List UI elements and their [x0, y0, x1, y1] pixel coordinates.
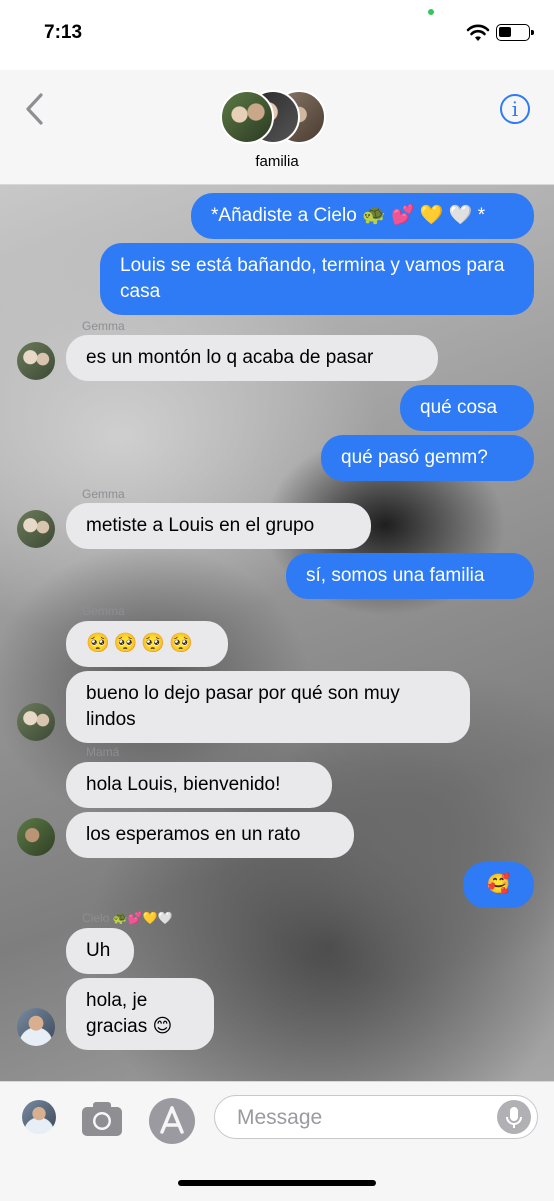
sender-name: Gemma [82, 319, 125, 333]
sender-name: Cielo 🐢💕💛🤍 [82, 911, 173, 925]
camera-icon[interactable] [80, 1098, 124, 1138]
message-bubble-sent[interactable]: sí, somos una familia [286, 553, 534, 599]
message-input-field[interactable] [214, 1095, 538, 1140]
message-bubble-received[interactable]: bueno lo dejo pasar por qué son muy lind… [66, 671, 470, 743]
avatar [17, 342, 55, 380]
conversation-header: familia i [0, 70, 554, 185]
privacy-indicator-dot [428, 9, 434, 15]
message-bubble-sent[interactable]: Louis se está bañando, termina y vamos p… [100, 243, 534, 315]
message-bubble-received[interactable]: metiste a Louis en el grupo [66, 503, 371, 549]
group-avatar-stack[interactable] [220, 90, 330, 146]
microphone-icon[interactable] [497, 1100, 531, 1134]
avatar[interactable] [22, 1100, 56, 1134]
status-time: 7:13 [44, 22, 83, 43]
chevron-left-icon[interactable] [24, 92, 46, 126]
status-bar: 7:13 [0, 0, 554, 70]
home-indicator [178, 1180, 376, 1186]
battery-icon [496, 24, 534, 41]
message-bubble-sent[interactable]: qué cosa [400, 385, 534, 431]
message-bubble-received[interactable]: hola Louis, bienvenido! [66, 762, 332, 808]
wifi-icon [466, 24, 490, 41]
app-store-icon[interactable] [149, 1098, 195, 1144]
message-input[interactable] [235, 1096, 489, 1140]
message-thread[interactable]: *Añadiste a Cielo 🐢 💕 💛 🤍 * Louis se est… [0, 185, 554, 1081]
sender-name: Mamá [86, 745, 120, 759]
message-bubble-received[interactable]: hola, je gracias 😊 [66, 978, 214, 1050]
sender-name: Gemma [82, 487, 125, 501]
avatar [17, 510, 55, 548]
message-bubble-received[interactable]: 🥺🥺🥺🥺 [66, 621, 228, 667]
avatar [17, 818, 55, 856]
info-icon[interactable]: i [500, 94, 530, 124]
message-bubble-received[interactable]: Uh [66, 928, 134, 974]
message-bubble-received[interactable]: los esperamos en un rato [66, 812, 354, 858]
message-bubble-sent[interactable]: *Añadiste a Cielo 🐢 💕 💛 🤍 * [191, 193, 534, 239]
message-bubble-sent[interactable]: qué pasó gemm? [321, 435, 534, 481]
sender-name: Gemma [82, 604, 125, 618]
message-bubble-received[interactable]: es un montón lo q acaba de pasar [66, 335, 438, 381]
group-name[interactable]: familia [0, 153, 554, 170]
message-bubble-sent[interactable]: 🥰 [463, 862, 534, 908]
avatar [17, 703, 55, 741]
group-avatar [220, 90, 274, 144]
avatar [17, 1008, 55, 1046]
